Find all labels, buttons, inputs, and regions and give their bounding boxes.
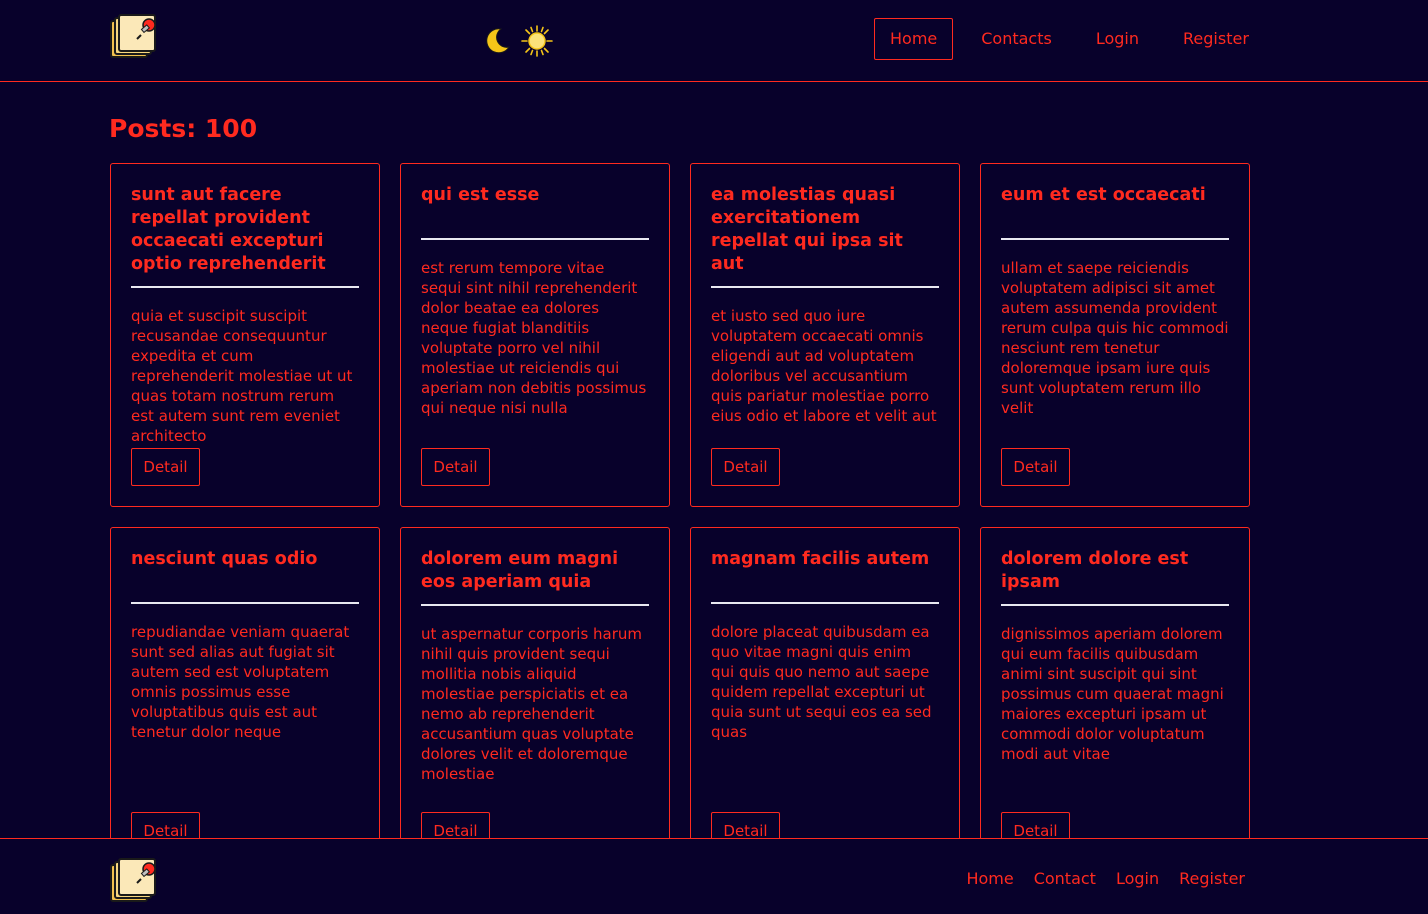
post-card: dolorem eum magni eos aperiam quia ut as…: [400, 527, 670, 871]
post-card: magnam facilis autem dolore placeat quib…: [690, 527, 960, 871]
detail-button[interactable]: Detail: [131, 448, 200, 486]
page-title: Posts: 100: [109, 114, 258, 143]
post-title: qui est esse: [421, 184, 649, 240]
footer-nav: Home Contact Login Register: [966, 869, 1245, 888]
site-header: Home Contacts Login Register: [0, 0, 1428, 82]
post-title: nesciunt quas odio: [131, 548, 359, 604]
nav-contacts-link[interactable]: Contacts: [965, 18, 1068, 60]
post-body: quia et suscipit suscipit recusandae con…: [131, 307, 353, 445]
post-title: eum et est occaecati: [1001, 184, 1229, 240]
post-body: dolore placeat quibusdam ea quo vitae ma…: [711, 623, 932, 741]
post-body: ut aspernatur corporis harum nihil quis …: [421, 625, 643, 783]
post-card: ea molestias quasi exercitationem repell…: [690, 163, 960, 507]
posts-grid: sunt aut facere repellat provident occae…: [110, 163, 1260, 871]
post-card: dolorem dolore est ipsam dignissimos ape…: [980, 527, 1250, 871]
post-card: sunt aut facere repellat provident occae…: [110, 163, 380, 507]
post-card: qui est esse est rerum tempore vitae seq…: [400, 163, 670, 507]
notes-pin-logo-icon[interactable]: [109, 857, 161, 903]
theme-toggle: [481, 24, 555, 58]
footer-register-link[interactable]: Register: [1179, 869, 1245, 888]
post-body: repudiandae veniam quaerat sunt sed alia…: [131, 623, 350, 741]
nav-register-link[interactable]: Register: [1167, 18, 1265, 60]
site-footer: Home Contact Login Register: [0, 838, 1428, 914]
post-title: dolorem eum magni eos aperiam quia: [421, 548, 649, 606]
moon-icon[interactable]: [481, 25, 513, 57]
footer-login-link[interactable]: Login: [1116, 869, 1159, 888]
footer-contact-link[interactable]: Contact: [1034, 869, 1096, 888]
post-body: dignissimos aperiam dolorem qui eum faci…: [1001, 625, 1224, 763]
header-nav: Home Contacts Login Register: [874, 18, 1277, 60]
post-title: dolorem dolore est ipsam: [1001, 548, 1229, 606]
detail-button[interactable]: Detail: [421, 448, 490, 486]
post-body: est rerum tempore vitae sequi sint nihil…: [421, 259, 647, 417]
sun-icon[interactable]: [521, 25, 553, 57]
footer-home-link[interactable]: Home: [966, 869, 1013, 888]
nav-login-link[interactable]: Login: [1080, 18, 1155, 60]
post-card: nesciunt quas odio repudiandae veniam qu…: [110, 527, 380, 871]
post-card: eum et est occaecati ullam et saepe reic…: [980, 163, 1250, 507]
detail-button[interactable]: Detail: [1001, 448, 1070, 486]
posts-page: Posts: 100 sunt aut facere repellat prov…: [109, 82, 1259, 871]
post-title: ea molestias quasi exercitationem repell…: [711, 184, 939, 288]
post-body: ullam et saepe reiciendis voluptatem adi…: [1001, 259, 1229, 417]
nav-home-link[interactable]: Home: [874, 18, 954, 60]
notes-pin-logo-icon[interactable]: [109, 13, 161, 59]
post-title: sunt aut facere repellat provident occae…: [131, 184, 359, 288]
post-body: et iusto sed quo iure voluptatem occaeca…: [711, 307, 937, 425]
post-title: magnam facilis autem: [711, 548, 939, 604]
detail-button[interactable]: Detail: [711, 448, 780, 486]
